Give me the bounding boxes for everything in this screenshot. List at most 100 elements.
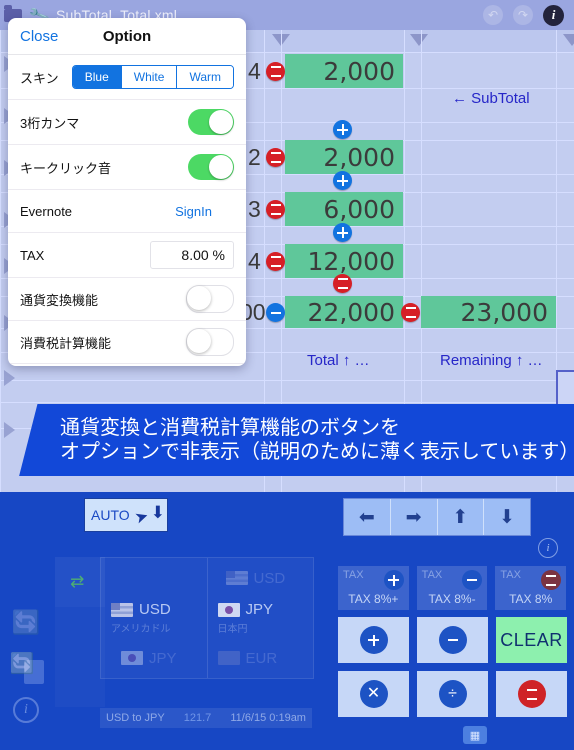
skin-option-white[interactable]: White — [120, 66, 177, 88]
total-cell[interactable]: 22,000 — [285, 296, 403, 328]
navigation-arrow-pad[interactable]: ⬅ ➡ ⬆ ⬇ — [343, 498, 531, 536]
skin-option-blue[interactable]: Blue — [72, 66, 121, 88]
keypad-info-icon[interactable]: i — [538, 538, 558, 558]
equals-icon — [541, 570, 562, 590]
arrow-left-button[interactable]: ⬅ — [344, 499, 391, 535]
row-handle-8[interactable] — [4, 422, 15, 438]
flag-us-icon — [111, 602, 133, 617]
convert-refresh-icon[interactable]: 🔄 — [6, 600, 46, 644]
keyclick-toggle[interactable] — [188, 154, 234, 180]
plus-icon — [383, 570, 404, 590]
row-index: 3 — [248, 195, 261, 222]
exchange-rate-bar: USD to JPY 121.7 11/6/15 0:19am — [100, 708, 312, 728]
value-cell[interactable]: 6,000 — [285, 192, 403, 226]
convert-save-icon[interactable]: 🔄 — [6, 644, 46, 688]
tax-rate-field[interactable]: 8.00 % — [150, 241, 234, 269]
evernote-signin-link[interactable]: SignIn — [175, 204, 234, 219]
key-divide[interactable]: ÷ — [417, 671, 488, 717]
value-cell[interactable]: 12,000 — [285, 244, 403, 278]
row-op-minus-icon[interactable] — [266, 303, 285, 322]
total-equals-icon[interactable] — [401, 303, 420, 322]
insert-plus-icon[interactable] — [333, 223, 352, 242]
row-op-equals-icon[interactable] — [266, 200, 285, 219]
bottom-left-rail: 🔄 🔄 i — [6, 600, 52, 732]
minus-icon — [462, 570, 483, 590]
evernote-label: Evernote — [20, 203, 73, 219]
subtotal-note: ← SubTotal — [452, 90, 530, 107]
flag-us-icon — [225, 571, 248, 585]
currency-option-selected[interactable]: USD アメリカドル — [101, 598, 207, 638]
comma-toggle[interactable] — [188, 109, 234, 135]
swap-currency-button[interactable]: ⇄ — [55, 557, 105, 607]
flag-eu-icon — [217, 651, 240, 665]
keyclick-label: キークリック音 — [20, 160, 112, 176]
row-index: 4 — [248, 247, 261, 274]
value-cell[interactable]: 2,000 — [285, 54, 403, 88]
option-row-evernote: Evernote SignIn — [8, 190, 246, 233]
rate-value: 121.7 — [183, 712, 212, 724]
row-index: 2 — [248, 143, 261, 170]
arrow-right-flat-icon: ➤ — [132, 507, 151, 528]
selected-cell[interactable] — [556, 370, 574, 406]
banner-line-2: オプションで非表示（説明のために薄く表示しています） — [60, 441, 574, 463]
value-cell[interactable]: 2,000 — [285, 140, 403, 174]
app-root: 🔧 SubTotal_Total.xml ↶ ↷ i 4 2,000 2 2,0… — [0, 0, 574, 750]
insert-plus-icon[interactable] — [333, 171, 352, 190]
auto-button[interactable]: AUTO ➤ ⬇ — [84, 498, 168, 532]
redo-icon[interactable]: ↷ — [513, 5, 533, 25]
key-multiply[interactable]: ✕ — [338, 671, 409, 717]
option-panel-title: Option — [102, 27, 152, 45]
auto-label: AUTO — [91, 507, 130, 523]
option-row-skin: スキン Blue White Warm — [8, 55, 246, 100]
currency-picker[interactable]: USD アメリカドル JPY USD JPY 日本円 EUR — [100, 557, 314, 679]
row-index: 4 — [248, 57, 261, 84]
bottom-info-icon[interactable]: i — [6, 688, 46, 732]
key-clear[interactable]: CLEAR — [496, 617, 567, 663]
skin-segmented-control[interactable]: Blue White Warm — [71, 65, 234, 89]
currency-column-from[interactable]: USD アメリカドル JPY — [101, 558, 207, 678]
option-panel[interactable]: Close Option スキン Blue White Warm 3桁カンマ キ… — [8, 18, 246, 366]
currency-option[interactable]: JPY — [101, 640, 207, 676]
tax-button-row: TAX TAX 8%+ TAX TAX 8%- TAX TAX 8% — [338, 566, 567, 610]
title-bar-actions: ↶ ↷ i — [483, 4, 574, 26]
tax-plus-button[interactable]: TAX TAX 8%+ — [338, 566, 409, 610]
row-op-equals-icon[interactable] — [266, 148, 285, 167]
currency-feature-toggle[interactable] — [186, 285, 234, 313]
currency-feature-label: 通貨変換機能 — [20, 292, 99, 308]
remaining-footer-label: Remaining ↑ … — [440, 352, 543, 369]
undo-icon[interactable]: ↶ — [483, 5, 503, 25]
arrow-up-button[interactable]: ⬆ — [437, 499, 485, 535]
info-banner: 通貨変換と消費税計算機能のボタンを オプションで非表示（説明のために薄く表示して… — [19, 404, 574, 476]
currency-option-selected[interactable]: JPY 日本円 — [208, 598, 314, 638]
tax-minus-button[interactable]: TAX TAX 8%- — [416, 566, 488, 610]
key-plus[interactable] — [338, 617, 409, 663]
banner-line-1: 通貨変換と消費税計算機能のボタンを — [60, 416, 400, 439]
currency-column-to[interactable]: USD JPY 日本円 EUR — [206, 558, 314, 678]
auto-arrow-icons: ➤ ⬇ — [132, 501, 167, 529]
remaining-cell[interactable]: 23,000 — [421, 296, 556, 328]
skin-option-warm[interactable]: Warm — [176, 66, 233, 88]
skin-label: スキン — [20, 70, 59, 86]
arrow-right-button[interactable]: ➡ — [390, 499, 438, 535]
currency-option[interactable] — [101, 560, 207, 596]
key-equals[interactable] — [496, 671, 567, 717]
rate-pair: USD to JPY — [106, 712, 165, 724]
row-op-equals-icon[interactable] — [266, 62, 285, 81]
inline-equals-icon[interactable] — [333, 274, 352, 293]
swap-slot-3[interactable] — [55, 657, 105, 707]
keyboard-icon[interactable]: ▦ — [463, 726, 487, 744]
tax-equals-button[interactable]: TAX TAX 8% — [495, 566, 567, 610]
info-icon[interactable]: i — [543, 4, 564, 26]
row-handle-7[interactable] — [4, 370, 15, 386]
currency-option[interactable]: EUR — [208, 640, 314, 676]
tax-feature-toggle[interactable] — [186, 328, 234, 356]
option-row-keyclick: キークリック音 — [8, 145, 246, 190]
rate-timestamp: 11/6/15 0:19am — [230, 712, 306, 724]
insert-plus-icon[interactable] — [333, 120, 352, 139]
key-minus[interactable] — [417, 617, 488, 663]
row-op-equals-icon[interactable] — [266, 252, 285, 271]
swap-slot-2[interactable] — [55, 607, 105, 657]
currency-option[interactable]: USD — [208, 560, 314, 596]
tax-label: TAX — [20, 247, 45, 263]
arrow-down-button[interactable]: ⬇ — [484, 499, 530, 535]
